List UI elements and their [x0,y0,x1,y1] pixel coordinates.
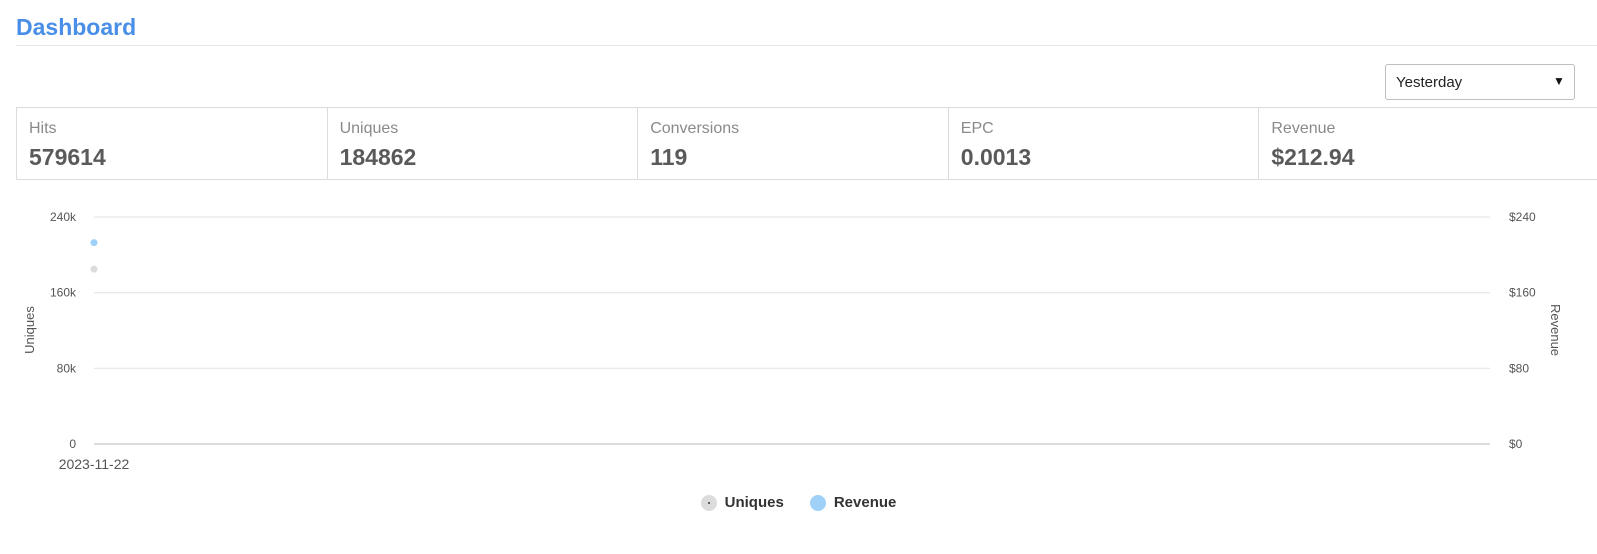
right-tick-label: $80 [1509,361,1529,375]
period-select-value: Yesterday [1396,73,1463,91]
stat-uniques: Uniques 184862 [328,108,639,179]
legend-item-uniques[interactable]: Uniques [700,494,784,511]
stat-value: 0.0013 [960,144,1032,170]
x-tick-label: 2023-11-22 [59,456,130,472]
stat-label: Uniques [339,120,399,137]
right-axis-ticks: $0 $80 $160 $240 [1509,210,1536,451]
chart-points [90,239,98,273]
stat-label: EPC [960,120,994,137]
left-axis-ticks: 0 80k 160k 240k [50,210,77,451]
stat-label: Revenue [1271,120,1336,137]
stat-label: Conversions [650,120,740,137]
stat-value: 119 [650,144,688,170]
left-tick-label: 0 [69,437,76,451]
stats-bar: Hits 579614 Uniques 184862 Conversions 1… [16,107,1597,180]
revenue-point[interactable] [90,239,98,247]
left-axis-title: Uniques [22,306,37,354]
stat-revenue: Revenue $212.94 [1259,108,1570,179]
uniques-point[interactable] [90,265,98,273]
uniques-revenue-chart: 0 80k 160k 240k $0 $80 $160 $240 2023-11-22 Un… [22,210,1563,472]
legend-item-revenue[interactable]: Revenue [809,494,897,511]
chevron-down-icon: ▼ [1553,74,1565,88]
stat-value: 579614 [29,144,106,170]
right-axis-title: Revenue [1548,304,1563,356]
stat-epc: EPC 0.0013 [949,108,1260,179]
left-tick-label: 160k [50,286,77,300]
stat-value: 184862 [339,144,417,170]
chart-legend: Uniques Revenue [0,494,1597,511]
stat-label: Hits [29,120,57,137]
period-select[interactable]: Yesterday ▼ [1385,64,1575,100]
right-tick-label: $240 [1509,210,1536,224]
left-tick-label: 80k [57,361,77,375]
right-tick-label: $160 [1509,286,1536,300]
page-title: Dashboard [16,14,137,40]
legend-label: Revenue [833,494,897,511]
x-axis-ticks: 2023-11-22 [59,456,130,472]
chart-grid [94,216,1490,445]
uniques-swatch-icon [700,494,717,511]
left-tick-label: 240k [50,210,77,224]
legend-label: Uniques [724,494,784,511]
stat-conversions: Conversions 119 [638,108,949,179]
right-tick-label: $0 [1509,437,1523,451]
stat-value: $212.94 [1271,144,1355,170]
revenue-swatch-icon [809,494,826,511]
title-divider [16,45,1597,46]
stat-hits: Hits 579614 [17,108,328,179]
